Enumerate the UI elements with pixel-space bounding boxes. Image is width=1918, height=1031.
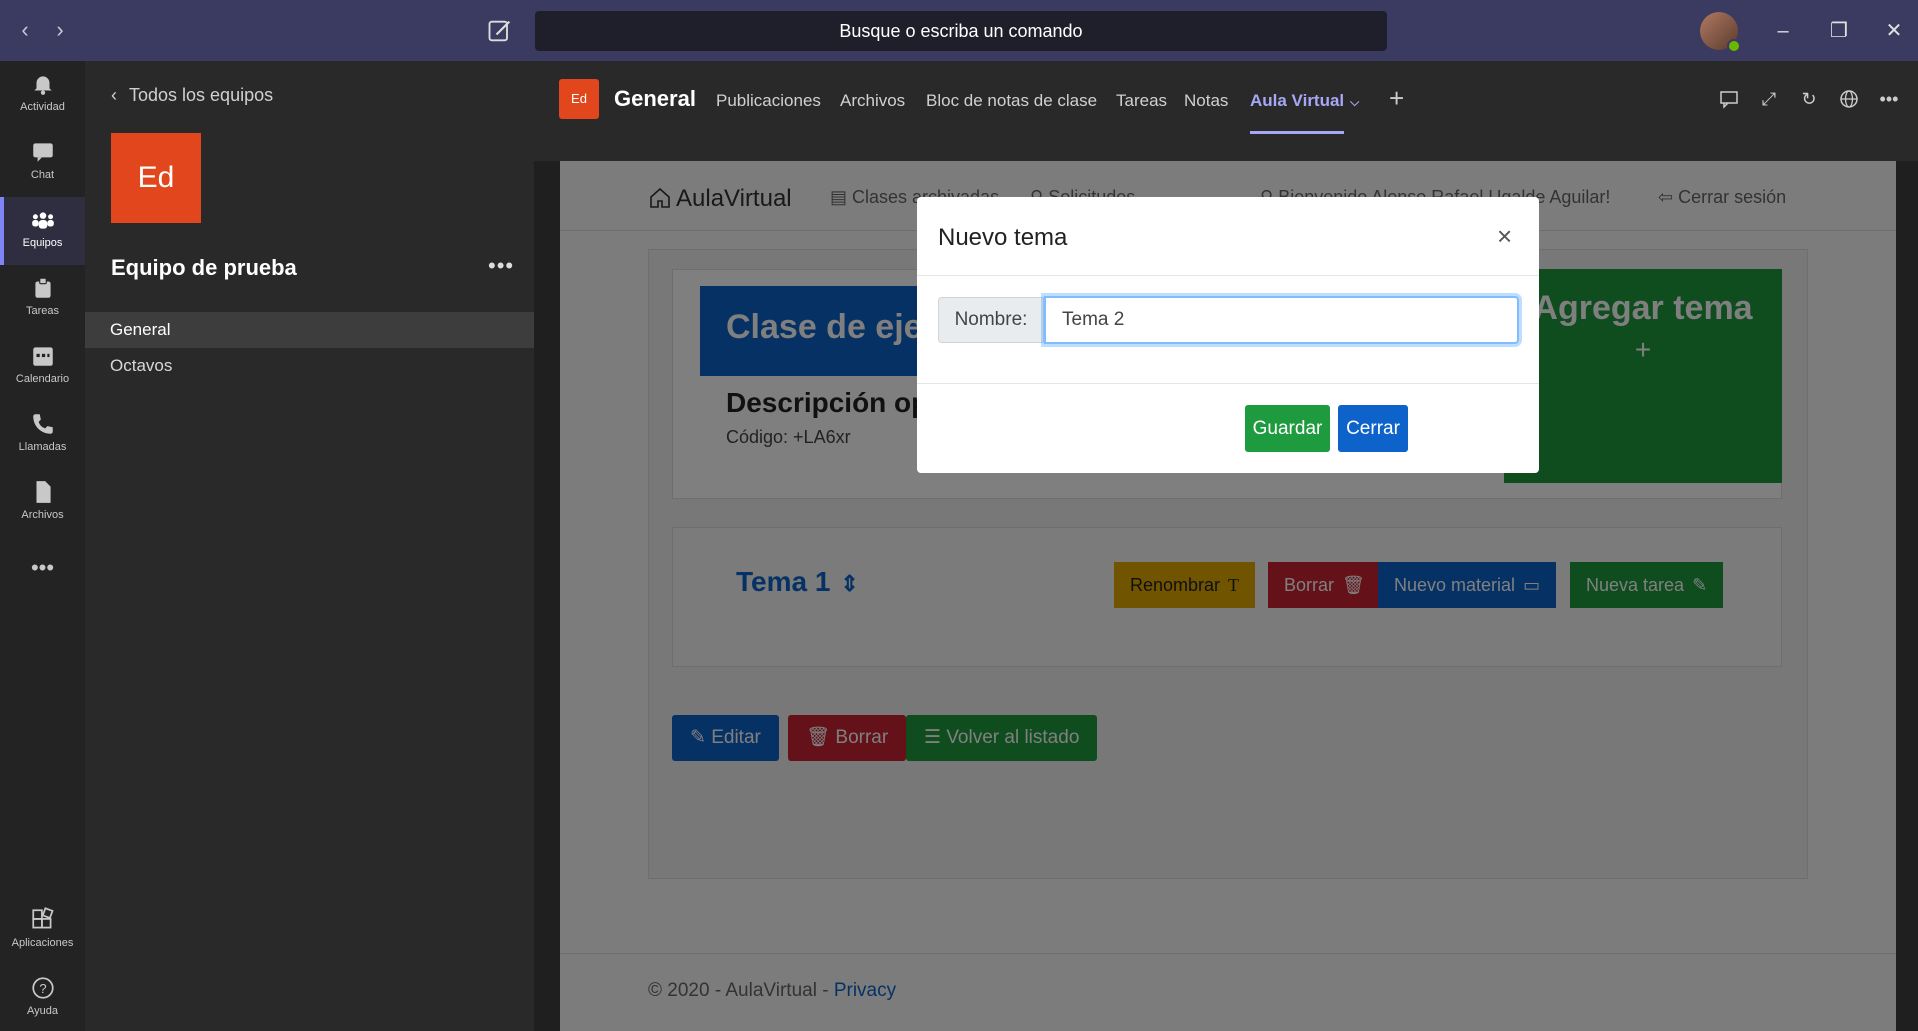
compose-icon[interactable] (486, 17, 514, 45)
conversation-icon[interactable] (1718, 89, 1740, 111)
chevron-left-icon: ‹ (111, 85, 117, 105)
rail-label: Calendario (15, 373, 70, 385)
tab-notas[interactable]: Notas (1184, 91, 1228, 111)
divider (917, 383, 1539, 384)
topic-name-input[interactable] (1044, 296, 1519, 344)
rail-label: Llamadas (18, 441, 67, 453)
assignments-icon (34, 277, 51, 298)
rail-label: Actividad (20, 101, 65, 113)
rail-label: Tareas (25, 305, 60, 317)
globe-icon[interactable] (1838, 89, 1860, 111)
rail-item-archivos[interactable]: Archivos (0, 469, 85, 537)
command-search-bar[interactable]: Busque o escriba un comando (535, 11, 1387, 51)
name-field-label: Nombre: (938, 297, 1044, 343)
all-teams-link[interactable]: ‹ Todos los equipos (111, 85, 273, 106)
apps-icon (31, 907, 54, 929)
tab-publicaciones[interactable]: Publicaciones (716, 91, 821, 111)
team-panel: ‹ Todos los equipos Ed Equipo de prueba •… (85, 61, 534, 1031)
cancel-button[interactable]: Cerrar (1338, 405, 1408, 452)
channel-octavos[interactable]: Octavos (85, 348, 534, 384)
rail-item-calendario[interactable]: Calendario (0, 333, 85, 401)
app-rail: Actividad Chat Equipos Tareas Calendario… (0, 61, 85, 1031)
refresh-icon[interactable]: ↻ (1798, 89, 1820, 111)
tab-tareas[interactable]: Tareas (1116, 91, 1167, 111)
presence-indicator (1727, 39, 1741, 53)
tab-aula-virtual[interactable]: Aula Virtual ⌵ (1250, 91, 1359, 111)
channel-general[interactable]: General (85, 312, 534, 348)
teams-icon (31, 212, 54, 229)
tab-archivos[interactable]: Archivos (840, 91, 905, 111)
rail-item-llamadas[interactable]: Llamadas (0, 401, 85, 469)
calendar-icon (32, 347, 53, 366)
rail-label: Ayuda (27, 1005, 58, 1017)
add-tab-icon[interactable]: + (1389, 83, 1404, 114)
help-icon: ? (31, 977, 54, 999)
team-avatar: Ed (111, 133, 201, 223)
rail-item-tareas[interactable]: Tareas (0, 265, 85, 333)
close-icon[interactable]: × (1497, 221, 1512, 252)
chat-icon (32, 143, 53, 162)
back-arrow-icon[interactable]: ‹ (13, 18, 37, 42)
team-more-options-icon[interactable]: ••• (488, 253, 514, 279)
rail-item-aplicaciones[interactable]: Aplicaciones (0, 897, 85, 965)
minimize-icon[interactable]: – (1766, 14, 1800, 48)
close-window-icon[interactable]: ✕ (1877, 14, 1911, 48)
team-name: Equipo de prueba (111, 255, 297, 280)
bell-icon (33, 76, 52, 95)
channel-team-avatar: Ed (559, 79, 599, 119)
save-button[interactable]: Guardar (1245, 405, 1330, 452)
rail-label: Aplicaciones (11, 937, 74, 949)
divider (917, 275, 1539, 276)
rail-label: Chat (30, 169, 55, 181)
rail-label: Archivos (21, 509, 64, 521)
files-icon (36, 481, 51, 503)
channel-name: General (614, 86, 696, 111)
new-topic-modal: Nuevo tema × Nombre: Guardar Cerrar (917, 197, 1539, 473)
rail-label: Equipos (22, 237, 63, 249)
restore-icon[interactable]: ❐ (1822, 14, 1856, 48)
svg-text:?: ? (39, 981, 46, 996)
channel-header: Ed General Publicaciones Archivos Bloc d… (534, 61, 1918, 161)
rail-item-actividad[interactable]: Actividad (0, 61, 85, 129)
chevron-down-icon: ⌵ (1350, 95, 1360, 109)
rail-item-ayuda[interactable]: ? Ayuda (0, 965, 85, 1031)
more-options-icon[interactable]: ••• (1878, 89, 1900, 111)
tab-bloc-de-notas[interactable]: Bloc de notas de clase (926, 91, 1097, 111)
more-apps-icon[interactable]: ••• (0, 555, 85, 595)
rail-item-chat[interactable]: Chat (0, 129, 85, 197)
avatar[interactable] (1700, 12, 1741, 53)
phone-icon (32, 414, 53, 434)
tab-aula-virtual-label: Aula Virtual (1250, 91, 1345, 110)
all-teams-label: Todos los equipos (129, 85, 274, 105)
modal-title: Nuevo tema (938, 224, 1068, 251)
expand-icon[interactable]: ⤢ (1758, 89, 1780, 111)
active-tab-indicator (1250, 131, 1344, 134)
rail-item-equipos[interactable]: Equipos (0, 197, 85, 265)
forward-arrow-icon[interactable]: › (48, 18, 72, 42)
title-bar: ‹ › Busque o escriba un comando – ❐ ✕ (0, 0, 1918, 61)
